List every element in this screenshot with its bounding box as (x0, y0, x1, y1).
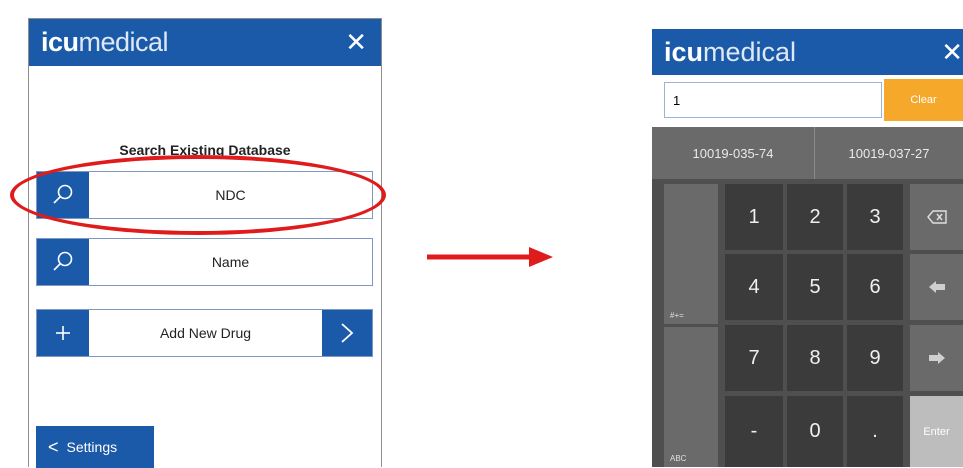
clear-button[interactable]: Clear (884, 79, 963, 121)
chevron-left-icon: < (48, 436, 59, 457)
chevron-right-icon[interactable] (322, 310, 372, 356)
ndc-input[interactable] (664, 82, 882, 118)
header-bar: icumedical ✕ (29, 19, 381, 66)
suggestion-item[interactable]: 10019-035-74 (652, 127, 815, 179)
ndc-search-button[interactable]: NDC (36, 171, 373, 219)
key-dash[interactable]: - (725, 396, 783, 467)
key-6[interactable]: 6 (847, 254, 903, 320)
search-panel: icumedical ✕ Search Existing Database ND… (28, 18, 382, 468)
key-5[interactable]: 5 (787, 254, 843, 320)
abc-label: ABC (670, 454, 687, 463)
symbols-label: #+= (670, 311, 684, 320)
symbols-key[interactable]: #+= (664, 184, 718, 324)
arrow-left-icon[interactable] (910, 254, 963, 320)
name-label: Name (211, 254, 250, 270)
ndc-label: NDC (215, 187, 246, 203)
icu-medical-logo: icumedical (41, 27, 169, 57)
abc-key[interactable]: ABC (664, 327, 718, 467)
header-bar: icumedical ✕ (652, 29, 963, 75)
key-dot[interactable]: . (847, 396, 903, 467)
input-strip: Clear (652, 75, 963, 127)
key-1[interactable]: 1 (725, 184, 783, 250)
add-new-drug-button[interactable]: Add New Drug (36, 309, 373, 357)
plus-icon (37, 310, 89, 356)
arrow-right-icon[interactable] (910, 325, 963, 391)
key-8[interactable]: 8 (787, 325, 843, 391)
red-arrow (427, 247, 553, 267)
add-new-drug-label: Add New Drug (159, 325, 252, 341)
search-icon (37, 172, 89, 218)
key-0[interactable]: 0 (787, 396, 843, 467)
settings-label: Settings (66, 439, 118, 455)
icu-medical-logo: icumedical (664, 37, 797, 67)
key-2[interactable]: 2 (787, 184, 843, 250)
key-9[interactable]: 9 (847, 325, 903, 391)
section-title: Search Existing Database (119, 142, 291, 158)
search-icon (37, 239, 89, 285)
name-search-button[interactable]: Name (36, 238, 373, 286)
key-3[interactable]: 3 (847, 184, 903, 250)
close-icon[interactable]: ✕ (345, 27, 367, 58)
key-7[interactable]: 7 (725, 325, 783, 391)
settings-button[interactable]: < Settings (36, 426, 154, 468)
suggestion-strip: 10019-035-74 10019-037-27 (652, 127, 963, 179)
enter-button[interactable]: Enter (910, 396, 963, 467)
close-icon[interactable]: ✕ (941, 37, 963, 68)
suggestion-item[interactable]: 10019-037-27 (815, 127, 963, 179)
backspace-icon[interactable] (910, 184, 963, 250)
key-4[interactable]: 4 (725, 254, 783, 320)
ndc-keypad-panel: icumedical ✕ Clear 10019-035-74 10019-03… (652, 29, 963, 467)
